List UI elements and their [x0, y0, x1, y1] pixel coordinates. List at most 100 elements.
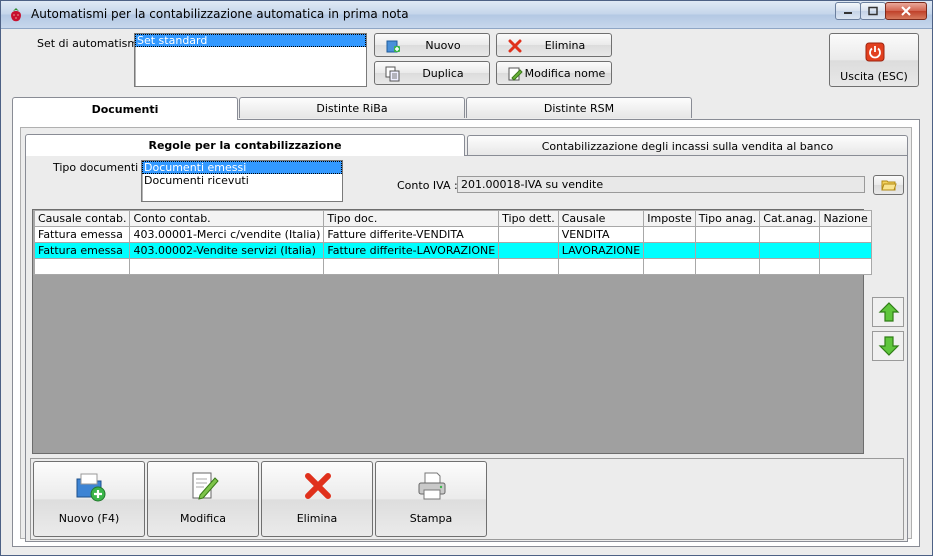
table-cell[interactable] — [819, 258, 872, 275]
column-header[interactable]: Cat.anag. — [759, 210, 821, 227]
table-cell[interactable]: Fatture differite-LAVORAZIONE — [323, 242, 500, 259]
stampa-button[interactable]: Stampa — [375, 461, 487, 537]
tipo-documenti-listbox[interactable]: Documenti emessi Documenti ricevuti — [141, 160, 343, 202]
tipo-documenti-label: Tipo documenti : — [53, 161, 146, 174]
tab-distinte-rsm[interactable]: Distinte RSM — [466, 97, 692, 118]
arrow-down-icon — [878, 336, 900, 356]
table-row[interactable]: Fattura emessa 403.00001-Merci c/vendite… — [33, 226, 872, 243]
edit-icon — [508, 67, 523, 81]
column-header[interactable]: Tipo doc. — [323, 210, 500, 227]
modifica-rule-button[interactable]: Modifica — [147, 461, 259, 537]
delete-x-icon — [508, 39, 522, 53]
table-cell[interactable] — [759, 258, 821, 275]
duplica-label: Duplica — [422, 66, 464, 80]
conto-iva-label: Conto IVA : — [397, 179, 458, 192]
maximize-icon — [868, 6, 878, 16]
rules-grid[interactable]: Causale contab. Conto contab. Tipo doc. … — [32, 209, 872, 454]
table-cell[interactable] — [643, 242, 696, 259]
table-cell[interactable]: Fatture differite-VENDITA — [323, 226, 500, 243]
nuovo-set-button[interactable]: Nuovo — [374, 33, 490, 57]
tipo-documenti-item-emessi[interactable]: Documenti emessi — [142, 161, 342, 174]
close-button[interactable] — [885, 2, 927, 20]
move-down-button[interactable] — [872, 331, 904, 361]
set-listbox[interactable]: Set standard — [134, 33, 367, 87]
uscita-label: Uscita (ESC) — [840, 70, 908, 83]
table-cell[interactable] — [643, 258, 696, 275]
table-cell[interactable] — [33, 258, 131, 275]
table-cell[interactable]: Fattura emessa — [33, 242, 131, 259]
new-folder-icon — [76, 473, 106, 502]
nuovo-rule-label: Nuovo (F4) — [58, 512, 120, 525]
table-cell[interactable]: LAVORAZIONE — [557, 242, 645, 259]
table-row-selected[interactable]: Fattura emessa 403.00002-Vendite servizi… — [33, 242, 872, 259]
table-cell[interactable] — [694, 258, 761, 275]
column-header[interactable]: Causale — [557, 210, 645, 227]
elimina-rule-label: Elimina — [296, 512, 338, 525]
column-header[interactable]: Nazione — [819, 210, 872, 227]
nuovo-rule-button[interactable]: Nuovo (F4) — [33, 461, 145, 537]
strawberry-icon — [11, 8, 21, 22]
title-bar[interactable]: Automatismi per la contabilizzazione aut… — [1, 1, 932, 29]
table-cell[interactable] — [557, 258, 645, 275]
folder-icon — [881, 180, 897, 191]
column-header[interactable]: Tipo anag. — [694, 210, 761, 227]
action-bar: Nuovo (F4) Modifica Elimina Stampa — [30, 458, 904, 540]
main-window: Automatismi per la contabilizzazione aut… — [0, 0, 933, 556]
table-cell[interactable] — [498, 258, 559, 275]
maximize-button[interactable] — [860, 2, 886, 20]
table-cell[interactable] — [498, 226, 559, 243]
table-cell[interactable] — [498, 242, 559, 259]
table-cell[interactable] — [819, 242, 872, 259]
table-cell[interactable] — [694, 226, 761, 243]
column-header[interactable]: Conto contab. — [129, 210, 325, 227]
window-title: Automatismi per la contabilizzazione aut… — [31, 7, 409, 21]
minimize-button[interactable] — [835, 2, 861, 20]
close-icon — [901, 6, 911, 16]
elimina-set-label: Elimina — [544, 38, 586, 52]
tipo-documenti-item-ricevuti[interactable]: Documenti ricevuti — [142, 174, 342, 187]
elimina-rule-button[interactable]: Elimina — [261, 461, 373, 537]
table-cell[interactable]: 403.00001-Merci c/vendite (Italia) — [129, 226, 325, 243]
table-cell[interactable] — [643, 226, 696, 243]
table-cell[interactable]: VENDITA — [557, 226, 645, 243]
elimina-set-button[interactable]: Elimina — [496, 33, 612, 57]
table-cell[interactable] — [819, 226, 872, 243]
modifica-nome-button[interactable]: Modifica nome — [496, 61, 612, 85]
table-cell[interactable] — [694, 242, 761, 259]
tab-documenti[interactable]: Documenti — [12, 97, 238, 120]
table-row-new[interactable] — [33, 258, 872, 275]
rules-table: Causale contab. Conto contab. Tipo doc. … — [33, 210, 872, 275]
table-cell[interactable]: Fattura emessa — [33, 226, 131, 243]
arrow-up-icon — [878, 302, 900, 322]
stampa-label: Stampa — [409, 512, 453, 525]
power-icon — [865, 42, 885, 62]
uscita-button[interactable]: Uscita (ESC) — [829, 33, 919, 87]
conto-iva-browse-button[interactable] — [873, 175, 904, 195]
table-cell[interactable] — [759, 226, 821, 243]
tab-distinte-riba[interactable]: Distinte RiBa — [239, 97, 465, 118]
modifica-rule-label: Modifica — [180, 512, 226, 525]
edit-document-icon — [192, 472, 219, 500]
column-header[interactable]: Imposte — [643, 210, 696, 227]
nuovo-set-label: Nuovo — [425, 38, 461, 52]
minimize-icon — [844, 12, 852, 14]
move-up-button[interactable] — [872, 297, 904, 327]
table-header-row: Causale contab. Conto contab. Tipo doc. … — [33, 210, 872, 227]
new-document-icon — [386, 40, 400, 53]
copy-icon — [385, 66, 400, 82]
set-item-standard[interactable]: Set standard — [135, 34, 366, 47]
modifica-nome-label: Modifica nome — [524, 66, 606, 80]
table-cell[interactable] — [759, 242, 821, 259]
table-cell[interactable] — [129, 258, 325, 275]
set-label: Set di automatismi : — [37, 37, 149, 50]
duplica-button[interactable]: Duplica — [374, 61, 490, 85]
conto-iva-field[interactable]: 201.00018-IVA su vendite — [457, 176, 865, 193]
table-cell[interactable]: 403.00002-Vendite servizi (Italia) — [129, 242, 325, 259]
table-cell[interactable] — [323, 258, 500, 275]
column-header[interactable]: Causale contab. — [33, 210, 131, 227]
delete-x-icon — [305, 473, 331, 499]
subtab-contabilizzazione-incassi[interactable]: Contabilizzazione degli incassi sulla ve… — [467, 135, 908, 156]
subtab-regole[interactable]: Regole per la contabilizzazione — [25, 134, 465, 156]
printer-icon — [418, 472, 446, 500]
column-header[interactable]: Tipo dett. — [498, 210, 559, 227]
